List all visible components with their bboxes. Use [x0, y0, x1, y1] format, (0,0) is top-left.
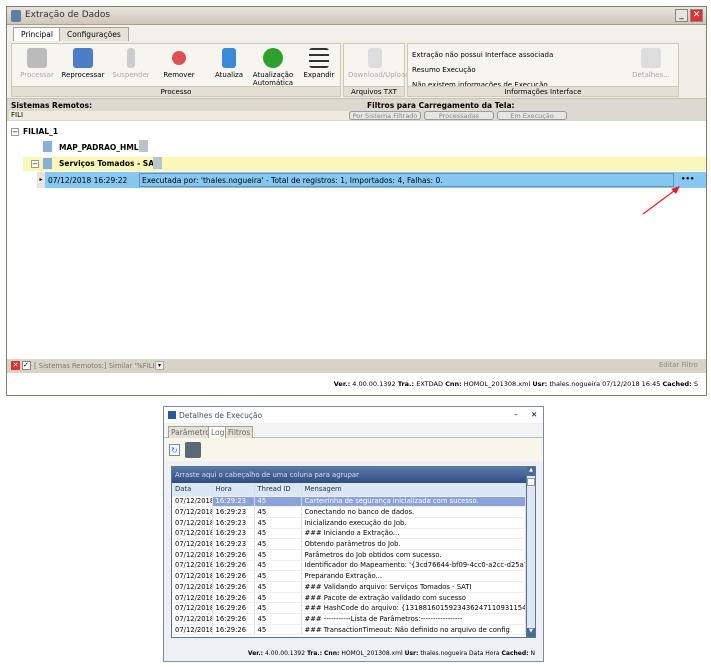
- table-cell: Parâmetros do Job obtidos com sucesso.: [301, 549, 526, 561]
- dialog-tabs: Parâmetros Log Filtros: [164, 424, 543, 438]
- refresh-icon[interactable]: ↻: [169, 444, 180, 456]
- table-cell: ### Validando arquivo: Serviços Tomados …: [301, 581, 526, 593]
- table-cell: 45: [254, 613, 302, 625]
- table-row[interactable]: 07/12/2018 16:29:26 45 Identificador do Map…: [172, 560, 526, 572]
- column-header[interactable]: Mensagem: [301, 483, 526, 497]
- dialog-status-bar: Ver.: 4.00.00.1392 Tra.: Cnn: HOMOL_2013…: [164, 645, 543, 661]
- close-button[interactable]: ✕: [531, 410, 537, 419]
- table-cell: 07/12/2018: [172, 496, 213, 508]
- table-row[interactable]: 07/12/2018 16:29:26 45 Preparando Extração.…: [172, 570, 526, 582]
- table-cell: 07/12/2018: [172, 624, 213, 636]
- table-cell: 45: [254, 496, 302, 508]
- vertical-scrollbar[interactable]: ▲ ▼: [526, 467, 535, 637]
- table-cell: 07/12/2018: [172, 602, 213, 615]
- table-cell: 45: [254, 549, 302, 561]
- table-cell: 45: [254, 506, 302, 518]
- table-row[interactable]: 07/12/2018 16:29:23 45 ### Iniciando a Extr…: [172, 528, 526, 540]
- table-cell: 45: [254, 602, 302, 615]
- table-cell: 16:29:23: [212, 538, 255, 550]
- scroll-thumb[interactable]: [527, 478, 535, 486]
- table-cell: 16:29:26: [212, 581, 255, 593]
- table-cell: 45: [254, 592, 302, 604]
- label: Cnn:: [324, 650, 340, 657]
- table-cell: 07/12/2018: [172, 613, 213, 625]
- connection: HOMOL_201308.xml: [341, 650, 403, 657]
- table-cell: 16:29:23: [212, 528, 255, 540]
- table-cell: 45: [254, 570, 302, 582]
- table-cell: Identificador do Mapeamento: '{3cd76644-…: [301, 560, 526, 572]
- table-cell: 16:29:26: [212, 549, 255, 561]
- table-cell: 07/12/2018: [172, 517, 213, 529]
- label: Tra.:: [306, 650, 323, 657]
- table-row[interactable]: 07/12/2018 16:29:23 45 Carteirinha de segur…: [172, 496, 526, 508]
- table-row[interactable]: 07/12/2018 16:29:26 45 ### Pacote de extraç…: [172, 592, 526, 604]
- label: Usr:: [404, 650, 419, 657]
- table-cell: 07/12/2018: [172, 549, 213, 561]
- table-cell: 16:29:26: [212, 613, 255, 625]
- user: thales.nogueira Data Hora: [420, 650, 500, 657]
- dialog-title: Detalhes de Execução: [179, 411, 263, 420]
- table-cell: Preparando Extração...: [301, 570, 526, 582]
- table-row[interactable]: 07/12/2018 16:29:26 45 ### Validando arquiv…: [172, 581, 526, 593]
- column-header[interactable]: Thread ID: [254, 483, 302, 497]
- table-cell: 45: [254, 538, 302, 550]
- log-grid: Arraste aqui o cabeçalho de uma coluna p…: [171, 466, 536, 638]
- table-row[interactable]: 07/12/2018 16:29:26 45 ### TransactionTimeo…: [172, 624, 526, 636]
- execution-details-dialog: Detalhes de Execução – ✕ Parâmetros Log …: [163, 406, 544, 662]
- table-cell: ### -----------Lista de Parâmetros:-----…: [301, 613, 526, 625]
- table-cell: 07/12/2018: [172, 538, 213, 550]
- table-cell: 07/12/2018: [172, 506, 213, 518]
- version: 4.00.00.1392: [264, 650, 306, 657]
- label: Cached:: [501, 650, 529, 657]
- table-cell: 45: [254, 624, 302, 636]
- table-cell: 16:29:26: [212, 624, 255, 636]
- label: Ver.:: [247, 650, 264, 657]
- save-icon[interactable]: [185, 442, 201, 458]
- minimize-button[interactable]: –: [514, 410, 518, 419]
- arrow: [642, 187, 679, 215]
- column-header[interactable]: Data: [172, 483, 213, 497]
- table-cell: 07/12/2018: [172, 570, 213, 582]
- table-cell: 07/12/2018: [172, 560, 213, 572]
- table-cell: 07/12/2018: [172, 581, 213, 593]
- table-cell: Conectando no banco de dados.: [301, 506, 526, 518]
- table-cell: 16:29:23: [212, 506, 255, 518]
- table-cell: Carteirinha de segurança inicializada co…: [301, 496, 526, 508]
- table-cell: 16:29:23: [212, 517, 255, 529]
- table-cell: 07/12/2018: [172, 528, 213, 540]
- table-cell: 16:29:26: [212, 560, 255, 572]
- table-cell: 16:29:26: [212, 570, 255, 582]
- table-cell: 16:29:26: [212, 592, 255, 604]
- cached: N: [530, 650, 536, 657]
- table-cell: ### TransactionTimeout: Não definido no …: [301, 624, 526, 636]
- table-cell: 16:29:23: [212, 496, 255, 508]
- table-cell: ### HashCode do arquivo: {13188160159234…: [301, 602, 526, 615]
- table-cell: 45: [254, 517, 302, 529]
- table-cell: Inicializando execução do Job.: [301, 517, 526, 529]
- dialog-title-bar: Detalhes de Execução – ✕: [164, 407, 543, 423]
- table-cell: ### Iniciando a Extração...: [301, 528, 526, 540]
- dialog-toolbar: ↻: [164, 438, 543, 461]
- table-row[interactable]: 07/12/2018 16:29:23 45 Inicializando execuç…: [172, 517, 526, 529]
- table-cell: ### Pacote de extração validado com suce…: [301, 592, 526, 604]
- table-cell: 45: [254, 581, 302, 593]
- group-by-panel: Arraste aqui o cabeçalho de uma coluna p…: [172, 467, 535, 483]
- app-icon: [168, 411, 176, 419]
- table-cell: Obtendo parâmetros do Job.: [301, 538, 526, 550]
- scroll-down[interactable]: ▼: [527, 628, 535, 637]
- column-header[interactable]: Hora: [212, 483, 255, 497]
- log-table: Data Hora Thread ID Mensagem 07/12/2018 16:2…: [172, 483, 526, 636]
- table-row[interactable]: 07/12/2018 16:29:26 45 Parâmetros do Job ob…: [172, 549, 526, 561]
- table-cell: 45: [254, 560, 302, 572]
- tab-filtros[interactable]: Filtros: [225, 426, 254, 438]
- table-row[interactable]: 07/12/2018 16:29:23 45 Conectando no banco …: [172, 506, 526, 518]
- table-row[interactable]: 07/12/2018 16:29:26 45 ### -----------Lista…: [172, 613, 526, 625]
- table-row[interactable]: 07/12/2018 16:29:26 45 ### HashCode do arqu…: [172, 602, 526, 615]
- table-cell: 45: [254, 528, 302, 540]
- scroll-up[interactable]: ▲: [527, 467, 535, 476]
- table-row[interactable]: 07/12/2018 16:29:23 45 Obtendo parâmetros d…: [172, 538, 526, 550]
- table-cell: 16:29:26: [212, 602, 255, 615]
- table-cell: 07/12/2018: [172, 592, 213, 604]
